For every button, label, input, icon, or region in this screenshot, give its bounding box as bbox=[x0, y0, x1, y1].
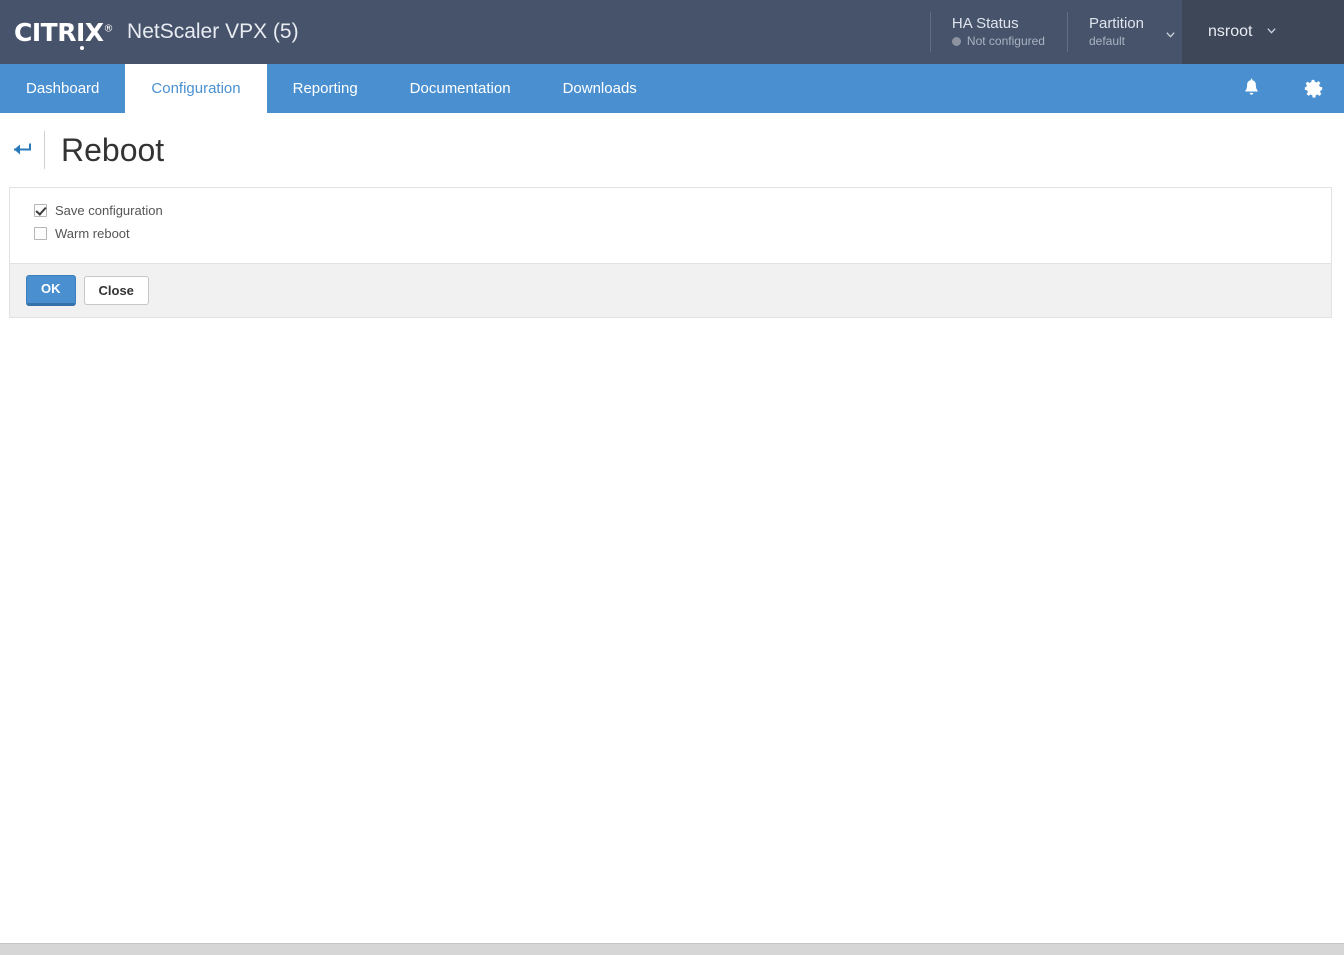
warm-reboot-checkbox[interactable] bbox=[34, 227, 47, 240]
header-spacer bbox=[299, 0, 930, 64]
nav-tab-reporting[interactable]: Reporting bbox=[267, 64, 384, 113]
save-configuration-checkbox[interactable] bbox=[34, 204, 47, 217]
partition-label: Partition bbox=[1089, 14, 1144, 33]
page-header: Reboot bbox=[0, 113, 1344, 187]
nav-tab-documentation[interactable]: Documentation bbox=[384, 64, 537, 113]
nav-spacer bbox=[663, 64, 1220, 113]
partition-value: default bbox=[1089, 33, 1144, 50]
page-title: Reboot bbox=[61, 134, 164, 166]
user-menu[interactable]: nsroot bbox=[1182, 0, 1344, 64]
ha-status-value: Not configured bbox=[967, 33, 1045, 50]
title-divider bbox=[44, 131, 45, 169]
chevron-down-icon bbox=[1266, 23, 1277, 41]
back-arrow-icon[interactable] bbox=[8, 135, 38, 165]
citrix-logo-registered: ® bbox=[104, 23, 114, 34]
citrix-logo: CITRIX® bbox=[14, 20, 113, 45]
main-navigation: Dashboard Configuration Reporting Docume… bbox=[0, 64, 1344, 113]
product-name: NetScaler VPX (5) bbox=[127, 20, 299, 44]
ha-status-label: HA Status bbox=[952, 14, 1045, 33]
nav-tab-dashboard[interactable]: Dashboard bbox=[0, 64, 125, 113]
ha-status-value-row: Not configured bbox=[952, 33, 1045, 50]
citrix-logo-text: CITRIX bbox=[14, 18, 104, 47]
ha-status-cell: HA Status Not configured bbox=[930, 0, 1067, 64]
save-configuration-row: Save configuration bbox=[34, 201, 1331, 220]
bottom-status-bar bbox=[0, 943, 1344, 955]
close-button[interactable]: Close bbox=[84, 276, 149, 305]
reboot-options: Save configuration Warm reboot bbox=[10, 188, 1331, 263]
ok-button[interactable]: OK bbox=[26, 275, 76, 306]
citrix-logo-dot bbox=[80, 46, 84, 50]
chevron-down-icon bbox=[1165, 29, 1174, 38]
notification-bell-icon[interactable] bbox=[1220, 64, 1282, 113]
settings-gear-icon[interactable] bbox=[1282, 64, 1344, 113]
panel-footer: OK Close bbox=[10, 263, 1331, 317]
warm-reboot-row: Warm reboot bbox=[34, 224, 1331, 243]
user-name: nsroot bbox=[1208, 23, 1252, 41]
nav-tab-downloads[interactable]: Downloads bbox=[537, 64, 663, 113]
reboot-panel: Save configuration Warm reboot OK Close bbox=[9, 187, 1332, 318]
nav-tab-configuration[interactable]: Configuration bbox=[125, 64, 266, 113]
ha-status-indicator-icon bbox=[952, 37, 961, 46]
app-header: CITRIX® NetScaler VPX (5) HA Status Not … bbox=[0, 0, 1344, 64]
save-configuration-label[interactable]: Save configuration bbox=[55, 203, 163, 218]
partition-selector[interactable]: Partition default bbox=[1067, 0, 1182, 64]
warm-reboot-label[interactable]: Warm reboot bbox=[55, 226, 130, 241]
brand-area: CITRIX® NetScaler VPX (5) bbox=[0, 0, 299, 64]
